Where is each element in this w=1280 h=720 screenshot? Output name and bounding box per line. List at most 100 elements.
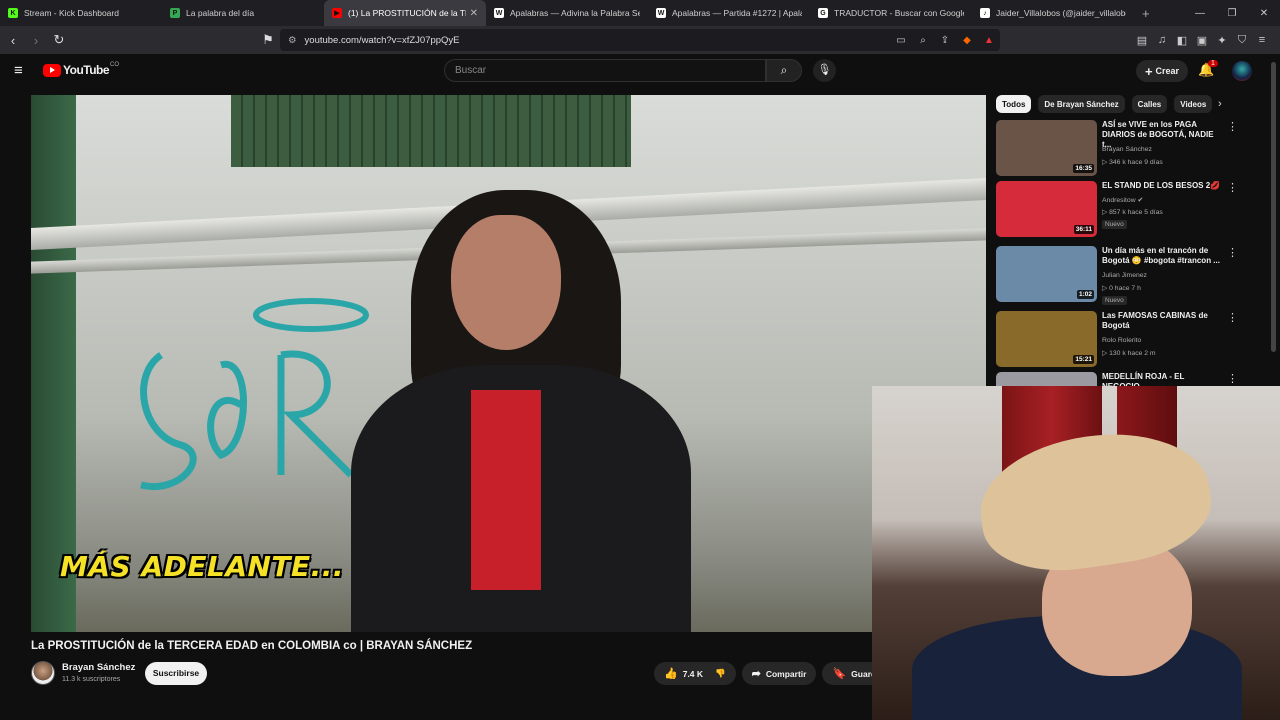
like-button[interactable]: 👍 7.4 K 👎 — [654, 662, 736, 685]
filter-chip[interactable]: Todos — [996, 95, 1032, 113]
recommendation-channel[interactable]: Brayan Sánchez — [1102, 146, 1152, 153]
browser-tab[interactable]: ♪ Jaider_Villalobos (@jaider_villalobos — [972, 0, 1134, 26]
browser-tab[interactable]: ▶ (1) La PROSTITUCIÓN de la TERCE ✕ — [324, 0, 486, 26]
tab-favicon-icon: K — [8, 8, 18, 18]
search-button[interactable]: ⌕ — [766, 59, 802, 82]
create-label: Crear — [1155, 66, 1180, 76]
menu-icon[interactable]: ≡ — [1252, 34, 1272, 46]
recommendation-channel[interactable]: Andresitow ✔ — [1102, 196, 1143, 204]
recommendation-title[interactable]: Las FAMOSAS CABINAS de Bogotá — [1102, 311, 1222, 331]
create-button[interactable]: + Crear — [1136, 60, 1188, 82]
browser-nav-bar: ‹ › ↻ ⚑ ⚙ youtube.com/watch?v=xfZJ07ppQy… — [0, 26, 1280, 54]
youtube-header: ≡ YouTube CO Buscar ⌕ 🎙 + Crear 🔔 1 — [0, 54, 1280, 88]
hamburger-menu-icon[interactable]: ≡ — [14, 62, 23, 79]
recommendation-meta: ▷ 346 k hace 9 días — [1102, 159, 1163, 166]
filter-chip[interactable]: Videos — [1174, 95, 1213, 113]
tab-favicon-icon: W — [656, 8, 666, 18]
tab-label: Apalabras — Adivina la Palabra Secr — [510, 8, 640, 18]
shield-icon[interactable]: ◆ — [956, 35, 978, 46]
channel-name[interactable]: Brayan Sánchez — [62, 662, 135, 673]
browser-tab-strip: K Stream - Kick Dashboard P La palabra del … — [0, 0, 1280, 26]
browser-tab[interactable]: G TRADUCTOR - Buscar con Google — [810, 0, 972, 26]
filter-chip[interactable]: Calles — [1131, 95, 1168, 113]
recommendation-item[interactable]: 36:11 EL STAND DE LOS BESOS 2💋 Andresitow … — [996, 181, 1246, 239]
thumbs-down-icon[interactable]: 👎 — [715, 668, 726, 679]
subscriber-count: 11.3 k suscriptores — [62, 676, 121, 683]
tab-label: Jaider_Villalobos (@jaider_villalobos — [996, 8, 1126, 18]
cast-icon[interactable]: ▭ — [890, 35, 912, 46]
share-icon[interactable]: ⇪ — [934, 35, 956, 46]
tab-label: (1) La PROSTITUCIÓN de la TERCE — [348, 8, 466, 18]
share-label: Compartir — [765, 668, 807, 679]
more-options-icon[interactable]: ⋮ — [1227, 120, 1238, 133]
browser-tab[interactable]: K Stream - Kick Dashboard — [0, 0, 162, 26]
chevron-right-icon[interactable]: › — [1218, 98, 1222, 110]
video-player[interactable]: MÁS ADELANTE... — [31, 95, 986, 632]
browser-tab[interactable]: P La palabra del día — [162, 0, 324, 26]
sidebar-toggle-icon[interactable]: ▤ — [1132, 34, 1152, 47]
recommendation-title[interactable]: Un día más en el trancón de Bogotá 😳 #bo… — [1102, 246, 1222, 266]
recommendation-thumbnail[interactable]: 1:02 — [996, 246, 1097, 302]
recommendation-channel[interactable]: Rolo Rolerito — [1102, 337, 1141, 344]
more-options-icon[interactable]: ⋮ — [1227, 372, 1238, 385]
video-duration: 16:35 — [1073, 164, 1094, 173]
minimize-icon[interactable]: — — [1184, 8, 1216, 19]
tab-label: Stream - Kick Dashboard — [24, 8, 119, 18]
url-bar[interactable]: ⚙ youtube.com/watch?v=xfZJ07ppQyE ▭ ⌕ ⇪ … — [280, 29, 1000, 51]
reload-icon[interactable]: ↻ — [49, 32, 69, 48]
new-tab-icon[interactable]: + — [1134, 6, 1158, 21]
browser-tab[interactable]: W Apalabras — Adivina la Palabra Secr — [486, 0, 648, 26]
site-info-icon[interactable]: ⚙ — [288, 35, 297, 46]
thumbs-up-icon: 👍 — [664, 668, 678, 680]
wallet-icon[interactable]: ▣ — [1192, 34, 1212, 47]
video-duration: 1:02 — [1076, 290, 1094, 299]
channel-avatar[interactable] — [31, 661, 55, 685]
url-text: youtube.com/watch?v=xfZJ07ppQyE — [304, 34, 460, 46]
more-options-icon[interactable]: ⋮ — [1227, 181, 1238, 194]
recommendation-meta: ▷ 0 hace 7 h — [1102, 285, 1141, 292]
vpn-shield-icon[interactable]: ⛉ — [1232, 34, 1252, 47]
ai-icon[interactable]: ✦ — [1212, 34, 1232, 47]
close-window-icon[interactable]: ✕ — [1248, 8, 1280, 19]
recommendation-thumbnail[interactable]: 16:35 — [996, 120, 1097, 176]
voice-search-button[interactable]: 🎙 — [813, 59, 836, 82]
video-frame-window-grille — [231, 95, 631, 167]
filter-chip[interactable]: De Brayan Sánchez — [1038, 95, 1125, 113]
recommendation-title[interactable]: EL STAND DE LOS BESOS 2💋 — [1102, 181, 1222, 191]
new-badge: Nuevo — [1102, 220, 1127, 229]
browser-tab[interactable]: W Apalabras — Partida #1272 | Apalab — [648, 0, 810, 26]
scrollbar[interactable] — [1271, 62, 1276, 352]
forward-icon[interactable]: › — [26, 33, 46, 48]
youtube-logo[interactable]: YouTube CO — [43, 62, 119, 77]
recommendation-item[interactable]: 1:02 Un día más en el trancón de Bogotá 😳… — [996, 246, 1246, 305]
recommendation-item[interactable]: 16:35 ASÍ se VIVE en los PAGA DIARIOS de … — [996, 120, 1246, 178]
recommendation-thumbnail[interactable]: 36:11 — [996, 181, 1097, 237]
panel-icon[interactable]: ◧ — [1172, 34, 1192, 47]
tab-label: Apalabras — Partida #1272 | Apalab — [672, 8, 802, 18]
subscribe-button[interactable]: Suscribirse — [145, 662, 207, 685]
bookmark-icon[interactable]: ⚑ — [258, 32, 278, 48]
recommendation-thumbnail[interactable]: 15:21 — [996, 311, 1097, 367]
search-icon: ⌕ — [780, 63, 788, 77]
youtube-logo-text: YouTube — [63, 63, 110, 77]
account-avatar[interactable] — [1232, 61, 1252, 81]
tab-favicon-icon: ▶ — [332, 8, 342, 18]
share-button[interactable]: ➦ Compartir — [741, 662, 817, 685]
zoom-icon[interactable]: ⌕ — [912, 35, 934, 46]
music-icon[interactable]: ♫ — [1152, 34, 1172, 46]
new-badge: Nuevo — [1102, 296, 1127, 305]
recommendation-channel[interactable]: Julian Jimenez — [1102, 272, 1147, 279]
search-input[interactable]: Buscar — [444, 59, 766, 82]
more-options-icon[interactable]: ⋮ — [1227, 246, 1238, 259]
tab-close-icon[interactable]: ✕ — [470, 8, 478, 19]
back-icon[interactable]: ‹ — [3, 33, 23, 48]
video-actions: 👍 7.4 K 👎 ➦ Compartir 🔖 Guarda — [654, 662, 897, 685]
bookmark-save-icon: 🔖 — [832, 668, 847, 680]
tab-favicon-icon: G — [818, 8, 828, 18]
tab-favicon-icon: W — [494, 8, 504, 18]
restore-icon[interactable]: ❐ — [1216, 8, 1248, 19]
more-options-icon[interactable]: ⋮ — [1227, 311, 1238, 324]
recommendation-item[interactable]: 15:21 Las FAMOSAS CABINAS de Bogotá Rolo R… — [996, 311, 1246, 369]
microphone-icon: 🎙 — [817, 64, 832, 76]
vpn-icon[interactable]: ▲ — [978, 35, 1000, 46]
